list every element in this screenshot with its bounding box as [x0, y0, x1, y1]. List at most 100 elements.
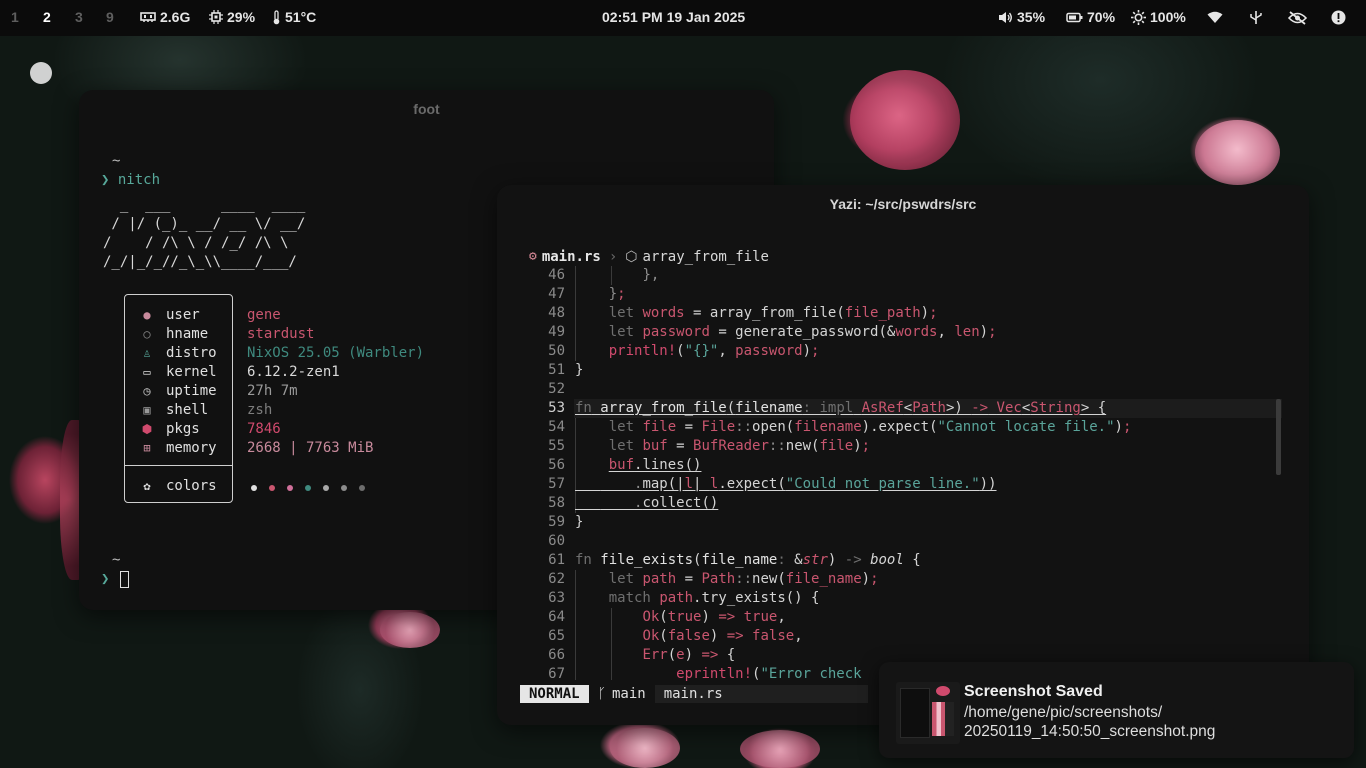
usb-icon[interactable] — [1249, 10, 1263, 25]
code-line[interactable]: 57 .map(|l| l.expect("Could not parse li… — [497, 475, 1287, 494]
info-key: pkgs — [166, 420, 200, 437]
workspace-9[interactable]: 9 — [106, 9, 114, 25]
breadcrumb-file[interactable]: main.rs — [542, 249, 601, 265]
brightness-indicator[interactable]: 100% — [1131, 9, 1186, 25]
rust-icon: ⚙ — [529, 249, 537, 264]
info-value: NixOS 25.05 (Warbler) — [247, 344, 425, 361]
memory-icon — [140, 12, 156, 22]
workspace-2[interactable]: 2 — [43, 9, 51, 25]
eye-off-icon[interactable] — [1288, 11, 1307, 25]
code-line[interactable]: 48 let words = array_from_file(file_path… — [497, 304, 1287, 323]
battery-indicator[interactable]: 70% — [1066, 9, 1115, 25]
info-key: distro — [166, 344, 217, 361]
ram-indicator[interactable]: 2.6G — [140, 9, 190, 25]
volume-icon — [999, 11, 1012, 23]
laptop-icon: ▭ — [143, 364, 151, 379]
code-line[interactable]: 62 let path = Path::new(file_name); — [497, 570, 1287, 589]
prompt-arrow-icon: ❯ — [101, 571, 110, 587]
code-line[interactable]: 55 let buf = BufReader::new(file); — [497, 437, 1287, 456]
command-text: nitch — [117, 172, 161, 188]
notification-path-line: /home/gene/pic/screenshots/ — [964, 704, 1163, 721]
color-swatch — [359, 485, 365, 491]
info-key: user — [166, 306, 200, 323]
top-status-bar: 1 2 3 9 2.6G 29% 51°C 02:51 PM 19 Jan 20… — [0, 0, 1366, 36]
code-line[interactable]: 46 }, — [497, 266, 1287, 285]
color-swatch — [341, 485, 347, 491]
color-swatch — [269, 485, 275, 491]
info-key: uptime — [166, 382, 217, 399]
notification-path-line: 20250119_14:50:50_screenshot.png — [964, 723, 1216, 740]
volume-indicator[interactable]: 35% — [998, 9, 1045, 25]
code-line[interactable]: 63 match path.try_exists() { — [497, 589, 1287, 608]
code-line-current[interactable]: 53 fn array_from_file(filename: impl AsRe… — [497, 399, 1287, 418]
code-line[interactable]: 60 — [497, 532, 1287, 551]
host-icon: ○ — [143, 326, 151, 341]
white-blossom — [30, 62, 52, 84]
cpu-indicator[interactable]: 29% — [209, 9, 255, 25]
clock[interactable]: 02:51 PM 19 Jan 2025 — [602, 9, 745, 25]
info-value: 7846 — [247, 420, 281, 437]
ascii-art-line: / / /\ \ / /_/ /\ \ — [103, 235, 289, 251]
editor-pane[interactable]: ⚙ main.rs › ⬡ array_from_file 46 }, 47 }… — [497, 185, 1309, 725]
code-line[interactable]: 61 fn file_exists(file_name: &str) -> boo… — [497, 551, 1287, 570]
terminal-icon: ▣ — [143, 402, 151, 417]
workspace-1[interactable]: 1 — [11, 9, 19, 25]
git-branch-icon: ᚴ — [597, 686, 606, 702]
code-line[interactable]: 52 — [497, 380, 1287, 399]
cpu-value: 29% — [227, 9, 256, 25]
info-key: shell — [166, 401, 209, 418]
screenshot-notification[interactable]: Screenshot Saved /home/gene/pic/screensh… — [879, 662, 1354, 758]
code-line[interactable]: 58 .collect() — [497, 494, 1287, 513]
color-swatch — [305, 485, 311, 491]
terminal-cursor — [120, 571, 129, 588]
git-branch-name: main — [611, 686, 646, 702]
yazi-editor-window[interactable]: Yazi: ~/src/pswdrs/src ⚙ main.rs › ⬡ arr… — [497, 185, 1309, 725]
temperature-indicator[interactable]: 51°C — [272, 9, 316, 25]
thermometer-icon — [273, 9, 280, 24]
color-swatch — [323, 485, 329, 491]
code-line[interactable]: 51} — [497, 361, 1287, 380]
ascii-art-line: / |/ (_)_ __/ __ \/ __/ — [103, 216, 306, 232]
notification-body: /home/gene/pic/screenshots/ 20250119_14:… — [964, 703, 1215, 741]
info-value: 2668 | 7763 MiB — [247, 439, 374, 456]
code-line[interactable]: 50 println!("{}", password); — [497, 342, 1287, 361]
info-value: gene — [247, 306, 281, 323]
wifi-icon[interactable] — [1207, 11, 1223, 24]
status-filename: main.rs — [654, 685, 868, 703]
temperature-value: 51°C — [285, 9, 317, 25]
rose-flower — [850, 70, 960, 170]
command-line: ❯ nitch — [101, 171, 160, 190]
workspace-3[interactable]: 3 — [75, 9, 83, 25]
memory-chip-icon: ⊞ — [143, 440, 151, 455]
code-line[interactable]: 54 let file = File::open(filename).expec… — [497, 418, 1287, 437]
battery-icon — [1066, 12, 1083, 22]
cube-icon: ⬡ — [625, 248, 638, 265]
ascii-art-line: /_/|_/_//_\_\\____/___/ — [103, 254, 297, 270]
breadcrumb: ⚙ main.rs › ⬡ array_from_file — [529, 247, 769, 266]
rose-flower — [740, 730, 820, 768]
code-line[interactable]: 49 let password = generate_password(&wor… — [497, 323, 1287, 342]
brightness-value: 100% — [1150, 9, 1186, 25]
code-line[interactable]: 56 buf.lines() — [497, 456, 1287, 475]
code-line[interactable]: 47 }; — [497, 285, 1287, 304]
screenshot-thumbnail — [896, 682, 960, 744]
code-line[interactable]: 64 Ok(true) => true, — [497, 608, 1287, 627]
clock-icon: ◷ — [143, 383, 151, 398]
info-key: memory — [166, 439, 217, 456]
brightness-icon — [1131, 9, 1146, 25]
alert-icon[interactable] — [1331, 10, 1346, 25]
rose-flower — [610, 728, 680, 768]
cwd-line: ~ — [112, 552, 121, 568]
notification-title: Screenshot Saved — [964, 683, 1103, 700]
info-key: hname — [166, 325, 209, 342]
code-line[interactable]: 65 Ok(false) => false, — [497, 627, 1287, 646]
cpu-icon — [209, 10, 223, 24]
chevron-right-icon: › — [608, 248, 618, 265]
info-value: 6.12.2-zen1 — [247, 363, 340, 380]
breadcrumb-symbol[interactable]: array_from_file — [643, 249, 769, 265]
git-branch: ᚴ main — [589, 686, 655, 702]
cwd-line: ~ — [112, 153, 121, 169]
code-line[interactable]: 59} — [497, 513, 1287, 532]
editor-statusline: NORMAL ᚴ main main.rs — [520, 685, 868, 703]
info-key: colors — [166, 477, 217, 494]
